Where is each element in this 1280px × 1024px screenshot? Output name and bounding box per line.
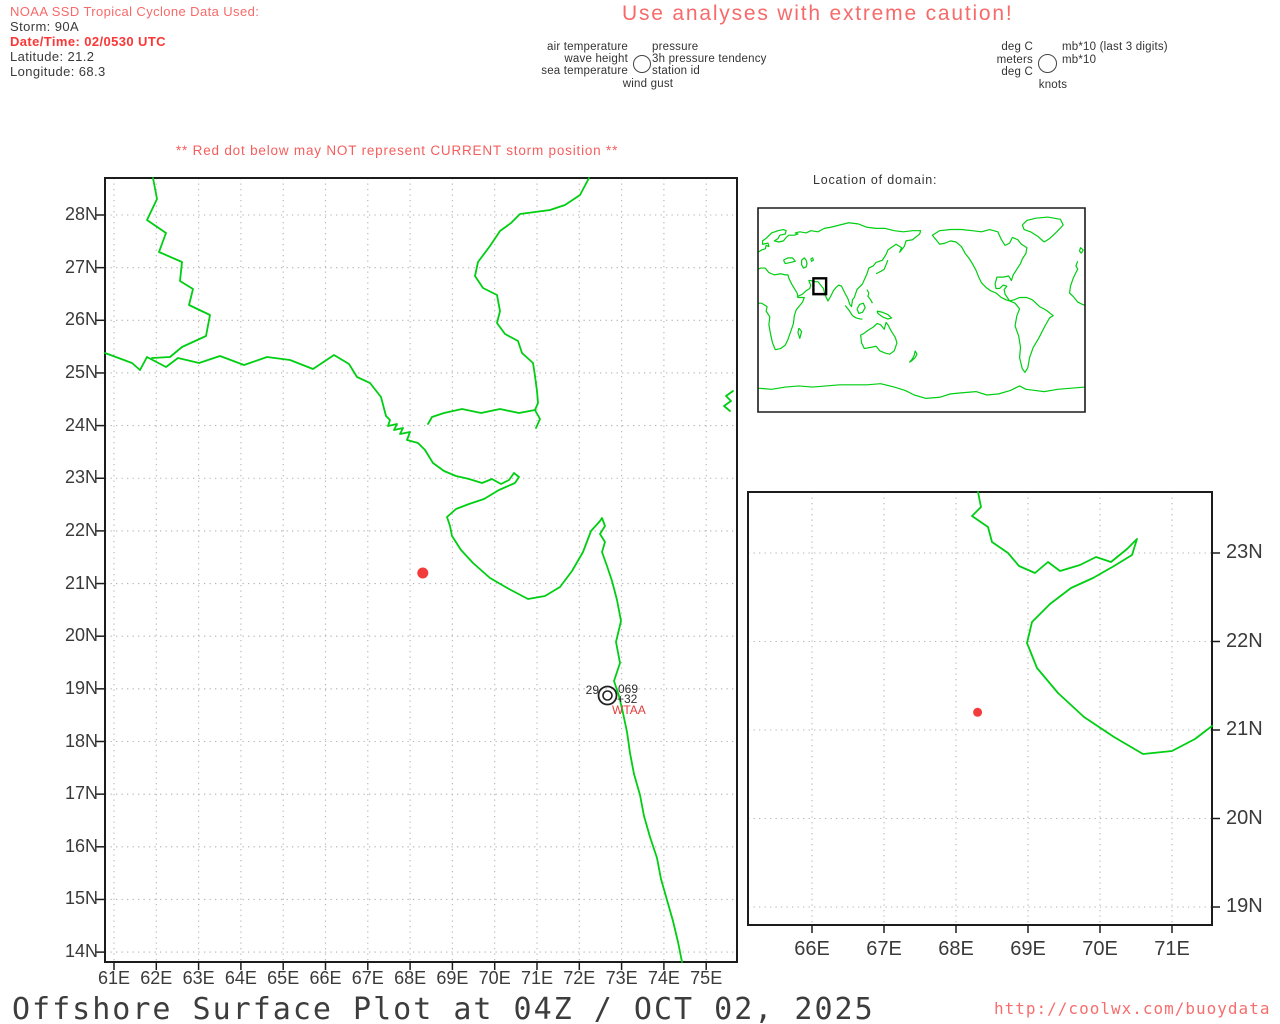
x-tick-label: 70E (1072, 938, 1128, 961)
zoomed-domain-map (740, 485, 1225, 940)
y-tick-label: 21N (40, 573, 98, 594)
y-tick-label: 27N (40, 257, 98, 278)
x-tick-label: 63E (175, 968, 223, 989)
legend-unit-degc-sea: deg C (930, 66, 1033, 78)
legend-unit-meters: meters (930, 54, 1033, 66)
legend-unit-degc-air: deg C (930, 41, 1033, 53)
storm-info-latitude: Latitude: 21.2 (10, 49, 259, 64)
legend-air-temperature: air temperature (495, 41, 628, 53)
y-tick-label: 21N (1226, 718, 1263, 741)
x-tick-label: 66E (302, 968, 350, 989)
station-circle-icon (1038, 54, 1057, 73)
legend-wind-gust: wind gust (603, 78, 693, 90)
x-tick-label: 61E (90, 968, 138, 989)
x-tick-label: 62E (132, 968, 180, 989)
x-tick-label: 71E (1144, 938, 1200, 961)
y-tick-label: 19N (40, 678, 98, 699)
y-tick-label: 17N (40, 783, 98, 804)
station-id: WTAA (612, 703, 646, 717)
storm-position-warning: ** Red dot below may NOT represent CURRE… (176, 143, 618, 158)
storm-info-longitude: Longitude: 68.3 (10, 64, 259, 79)
inset-map-title: Location of domain: (813, 173, 937, 187)
legend-unit-tendency: mb*10 (1062, 54, 1096, 66)
main-map: 29069+32WTAA (95, 170, 745, 975)
station-air-temp: 29 (586, 683, 600, 697)
y-tick-label: 15N (40, 888, 98, 909)
y-tick-label: 22N (40, 520, 98, 541)
y-tick-label: 23N (1226, 541, 1263, 564)
y-tick-label: 22N (1226, 630, 1263, 653)
y-tick-label: 20N (40, 625, 98, 646)
caution-headline: Use analyses with extreme caution! (622, 2, 1014, 26)
legend-wave-height: wave height (495, 53, 628, 65)
y-tick-label: 26N (40, 309, 98, 330)
legend-station-id: station id (652, 65, 700, 77)
station-circle-icon (633, 55, 651, 73)
legend-pressure-tendency: 3h pressure tendency (652, 53, 767, 65)
legend-sea-temperature: sea temperature (495, 65, 628, 77)
x-tick-label: 69E (428, 968, 476, 989)
storm-info-block: NOAA SSD Tropical Cyclone Data Used: Sto… (10, 4, 259, 79)
legend-unit-knots: knots (1013, 79, 1093, 91)
source-url: http://coolwx.com/buoydata (994, 999, 1270, 1018)
y-tick-label: 16N (40, 836, 98, 857)
storm-info-datetime: Date/Time: 02/0530 UTC (10, 34, 259, 49)
x-tick-label: 73E (598, 968, 646, 989)
x-tick-label: 67E (856, 938, 912, 961)
legend-unit-pressure: mb*10 (last 3 digits) (1062, 41, 1168, 53)
y-tick-label: 28N (40, 204, 98, 225)
y-tick-label: 25N (40, 362, 98, 383)
world-inset-map (758, 208, 1085, 412)
x-tick-label: 64E (217, 968, 265, 989)
x-tick-label: 74E (640, 968, 688, 989)
x-tick-label: 70E (471, 968, 519, 989)
y-tick-label: 23N (40, 467, 98, 488)
x-tick-label: 75E (682, 968, 730, 989)
y-tick-label: 24N (40, 415, 98, 436)
storm-info-storm: Storm: 90A (10, 19, 259, 34)
legend-pressure: pressure (652, 41, 698, 53)
x-tick-label: 71E (513, 968, 561, 989)
y-tick-label: 19N (1226, 895, 1263, 918)
x-tick-label: 69E (1000, 938, 1056, 961)
x-tick-label: 66E (784, 938, 840, 961)
x-tick-label: 68E (928, 938, 984, 961)
x-tick-label: 72E (555, 968, 603, 989)
buoy-plot-page: NOAA SSD Tropical Cyclone Data Used: Sto… (0, 0, 1280, 1024)
plot-title: Offshore Surface Plot at 04Z / OCT 02, 2… (12, 992, 875, 1024)
x-tick-label: 68E (386, 968, 434, 989)
y-tick-label: 14N (40, 941, 98, 962)
y-tick-label: 20N (1226, 807, 1263, 830)
x-tick-label: 65E (259, 968, 307, 989)
y-tick-label: 18N (40, 731, 98, 752)
storm-info-source: NOAA SSD Tropical Cyclone Data Used: (10, 4, 259, 19)
x-tick-label: 67E (344, 968, 392, 989)
